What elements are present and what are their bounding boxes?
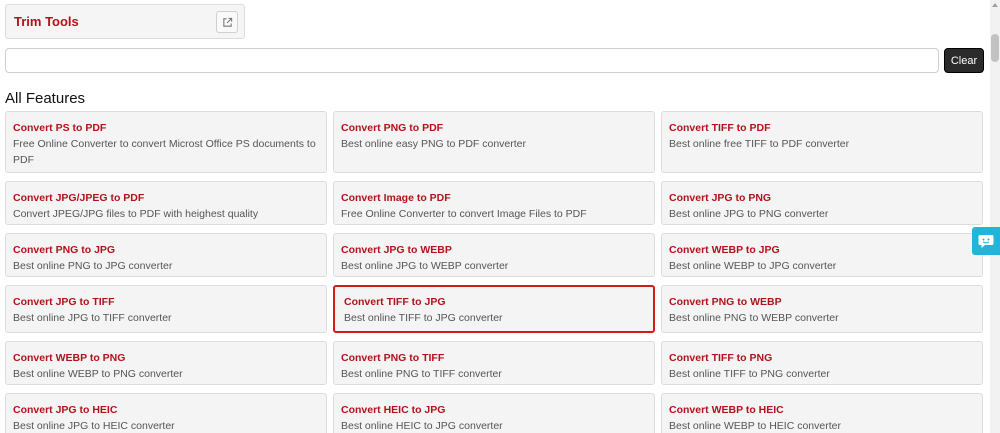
feature-title: Convert HEIC to JPG xyxy=(341,404,446,416)
feature-title: Convert TIFF to JPG xyxy=(344,296,446,308)
feature-card-tiff-to-pdf[interactable]: Convert TIFF to PDF Best online free TIF… xyxy=(661,111,983,173)
feature-title: Convert PNG to TIFF xyxy=(341,352,445,364)
clear-button[interactable]: Clear xyxy=(944,48,984,73)
feature-desc: Best online JPG to TIFF converter xyxy=(13,312,172,324)
feature-title: Convert PS to PDF xyxy=(13,122,107,134)
feature-card-heic-to-jpg[interactable]: Convert HEIC to JPG Best online HEIC to … xyxy=(333,393,655,433)
trim-tools-title: Trim Tools xyxy=(14,14,79,29)
scroll-up-arrow-icon[interactable] xyxy=(992,3,998,7)
feature-desc: Best online JPG to HEIC converter xyxy=(13,420,175,432)
feature-card-image-to-pdf[interactable]: Convert Image to PDF Free Online Convert… xyxy=(333,181,655,225)
feature-card-webp-to-png[interactable]: Convert WEBP to PNG Best online WEBP to … xyxy=(5,341,327,385)
feature-card-webp-to-heic[interactable]: Convert WEBP to HEIC Best online WEBP to… xyxy=(661,393,983,433)
feature-desc: Best online TIFF to JPG converter xyxy=(344,312,503,324)
feature-card-tiff-to-jpg[interactable]: Convert TIFF to JPG Best online TIFF to … xyxy=(333,285,655,333)
feature-title: Convert JPG to HEIC xyxy=(13,404,118,416)
feature-title: Convert WEBP to JPG xyxy=(669,244,780,256)
search-input[interactable] xyxy=(5,48,939,73)
feature-desc: Convert JPEG/JPG files to PDF with heigh… xyxy=(13,208,259,220)
feature-title: Convert PNG to JPG xyxy=(13,244,116,256)
feature-card-jpg-to-pdf[interactable]: Convert JPG/JPEG to PDF Convert JPEG/JPG… xyxy=(5,181,327,225)
chat-bubble-icon xyxy=(978,234,994,248)
feature-card-jpg-to-heic[interactable]: Convert JPG to HEIC Best online JPG to H… xyxy=(5,393,327,433)
feature-desc: Free Online Converter to convert Image F… xyxy=(341,208,587,220)
feature-title: Convert Image to PDF xyxy=(341,192,451,204)
feature-desc: Best online WEBP to PNG converter xyxy=(13,368,183,380)
feature-desc: Best online WEBP to HEIC converter xyxy=(669,420,841,432)
feature-card-jpg-to-png[interactable]: Convert JPG to PNG Best online JPG to PN… xyxy=(661,181,983,225)
feature-card-jpg-to-webp[interactable]: Convert JPG to WEBP Best online JPG to W… xyxy=(333,233,655,277)
feature-title: Convert JPG to TIFF xyxy=(13,296,115,308)
feature-card-tiff-to-png[interactable]: Convert TIFF to PNG Best online TIFF to … xyxy=(661,341,983,385)
feature-title: Convert TIFF to PNG xyxy=(669,352,773,364)
feature-card-png-to-webp[interactable]: Convert PNG to WEBP Best online PNG to W… xyxy=(661,285,983,333)
feature-title: Convert PNG to PDF xyxy=(341,122,444,134)
feature-title: Convert JPG to WEBP xyxy=(341,244,452,256)
feature-card-png-to-jpg[interactable]: Convert PNG to JPG Best online PNG to JP… xyxy=(5,233,327,277)
feature-card-png-to-tiff[interactable]: Convert PNG to TIFF Best online PNG to T… xyxy=(333,341,655,385)
features-grid: Convert PS to PDF Free Online Converter … xyxy=(5,111,984,433)
trim-tools-card: Trim Tools xyxy=(5,4,245,39)
external-link-icon xyxy=(222,17,232,27)
feature-title: Convert JPG to PNG xyxy=(669,192,772,204)
feature-desc: Best online WEBP to JPG converter xyxy=(669,260,837,272)
feature-desc: Free Online Converter to convert Microst… xyxy=(13,138,316,166)
feature-title: Convert WEBP to HEIC xyxy=(669,404,784,416)
feature-desc: Best online TIFF to PNG converter xyxy=(669,368,830,380)
feature-card-jpg-to-tiff[interactable]: Convert JPG to TIFF Best online JPG to T… xyxy=(5,285,327,333)
feature-desc: Best online JPG to PNG converter xyxy=(669,208,829,220)
feature-title: Convert TIFF to PDF xyxy=(669,122,771,134)
feature-desc: Best online HEIC to JPG converter xyxy=(341,420,503,432)
external-link-button[interactable] xyxy=(216,11,238,33)
feature-card-ps-to-pdf[interactable]: Convert PS to PDF Free Online Converter … xyxy=(5,111,327,173)
chat-widget-button[interactable] xyxy=(972,227,1000,255)
feature-title: Convert JPG/JPEG to PDF xyxy=(13,192,145,204)
page-scrollbar[interactable] xyxy=(990,0,1000,433)
feature-desc: Best online PNG to TIFF converter xyxy=(341,368,502,380)
feature-title: Convert WEBP to PNG xyxy=(13,352,126,364)
feature-desc: Best online PNG to JPG converter xyxy=(13,260,173,272)
section-title: All Features xyxy=(5,90,86,107)
feature-desc: Best online easy PNG to PDF converter xyxy=(341,138,526,150)
feature-card-webp-to-jpg[interactable]: Convert WEBP to JPG Best online WEBP to … xyxy=(661,233,983,277)
scroll-thumb[interactable] xyxy=(991,34,999,62)
feature-desc: Best online free TIFF to PDF converter xyxy=(669,138,850,150)
feature-desc: Best online PNG to WEBP converter xyxy=(669,312,839,324)
feature-card-png-to-pdf[interactable]: Convert PNG to PDF Best online easy PNG … xyxy=(333,111,655,173)
feature-title: Convert PNG to WEBP xyxy=(669,296,782,308)
feature-desc: Best online JPG to WEBP converter xyxy=(341,260,509,272)
